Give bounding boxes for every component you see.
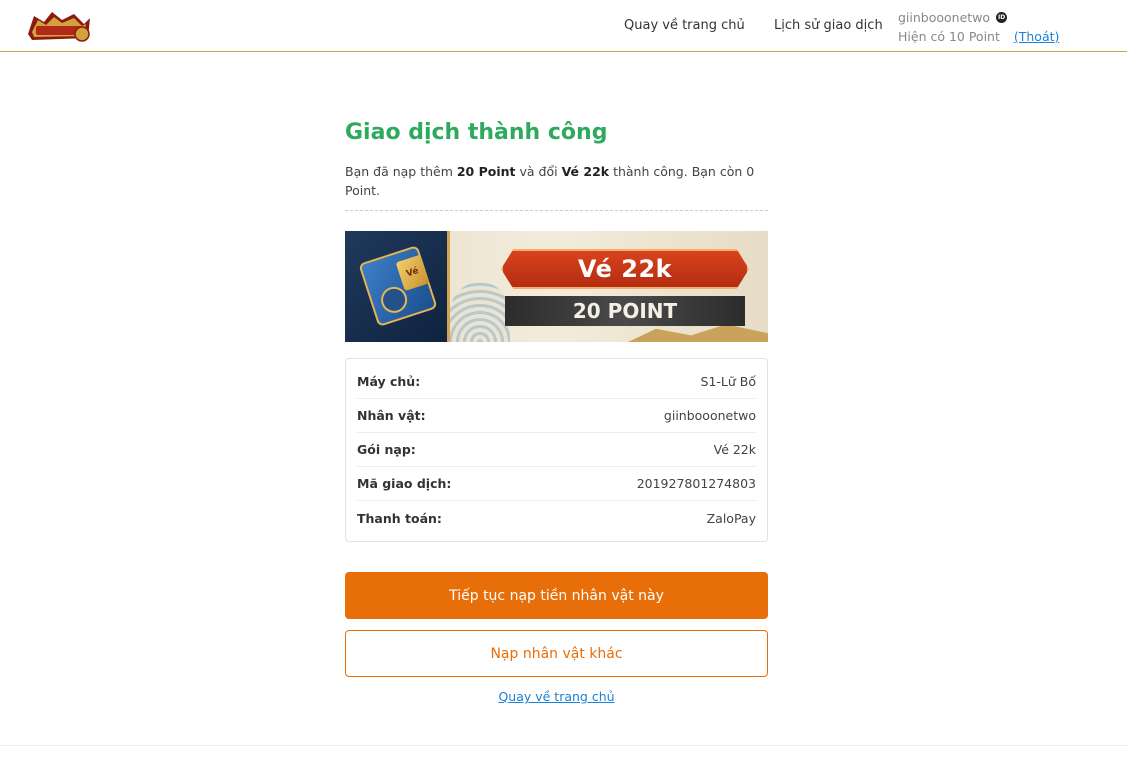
package-price: Vé 22k <box>577 255 673 283</box>
detail-label: Nhân vật: <box>357 408 426 423</box>
detail-label: Máy chủ: <box>357 374 421 389</box>
ticket-icon: Vé <box>358 245 438 327</box>
game-logo[interactable] <box>24 8 94 44</box>
nav-home-link[interactable]: Quay về trang chủ <box>624 18 745 33</box>
detail-value: 201927801274803 <box>636 476 756 491</box>
detail-row-payment: Thanh toán: ZaloPay <box>357 501 756 535</box>
msg-item: Vé 22k <box>561 164 610 179</box>
detail-label: Mã giao dịch: <box>357 476 452 491</box>
logout-link[interactable]: (Thoát) <box>1014 27 1060 46</box>
package-points: 20 POINT <box>572 299 678 323</box>
point-ribbon: 20 POINT <box>505 296 745 326</box>
package-banner: Vé Vé 22k 20 POINT <box>345 231 768 342</box>
success-message: Bạn đã nạp thêm 20 Point và đổi Vé 22k t… <box>345 162 768 211</box>
footer-divider <box>0 745 1127 746</box>
id-icon: ID <box>996 12 1008 23</box>
price-ribbon: Vé 22k <box>501 249 749 289</box>
detail-row-package: Gói nạp: Vé 22k <box>357 433 756 467</box>
topup-other-character-button[interactable]: Nạp nhân vật khác <box>345 630 768 677</box>
detail-row-character: Nhân vật: giinbooonetwo <box>357 399 756 433</box>
ticket-card: Vé <box>345 231 450 342</box>
detail-label: Gói nạp: <box>357 442 416 457</box>
ticket-tag: Vé <box>395 254 430 292</box>
nav-history-link[interactable]: Lịch sử giao dịch <box>774 18 883 33</box>
detail-value: giinbooonetwo <box>663 408 756 423</box>
wave-decoration <box>450 282 510 342</box>
page-title: Giao dịch thành công <box>345 120 608 145</box>
continue-topup-button[interactable]: Tiếp tục nạp tiền nhân vật này <box>345 572 768 619</box>
msg-part-2: và đổi <box>515 164 562 179</box>
detail-value: S1-Lữ Bố <box>700 374 756 389</box>
detail-value: Vé 22k <box>713 442 756 457</box>
main-content: Giao dịch thành công Bạn đã nạp thêm 20 … <box>345 118 768 704</box>
user-info: giinbooonetwo ID Hiện có 10 Point (Thoát… <box>898 8 1059 46</box>
detail-value: ZaloPay <box>706 510 756 526</box>
username: giinbooonetwo <box>898 10 991 25</box>
back-home-link[interactable]: Quay về trang chủ <box>345 689 768 704</box>
msg-part-1: Bạn đã nạp thêm <box>345 164 457 179</box>
transaction-details: Máy chủ: S1-Lữ Bố Nhân vật: giinbooonetw… <box>345 358 768 542</box>
points-balance: Hiện có 10 Point <box>898 29 1000 44</box>
detail-label: Thanh toán: <box>357 510 442 526</box>
msg-amount: 20 Point <box>456 164 516 179</box>
detail-row-server: Máy chủ: S1-Lữ Bố <box>357 365 756 399</box>
detail-row-transaction-id: Mã giao dịch: 201927801274803 <box>357 467 756 501</box>
header: Quay về trang chủ Lịch sử giao dịch giin… <box>0 0 1127 52</box>
